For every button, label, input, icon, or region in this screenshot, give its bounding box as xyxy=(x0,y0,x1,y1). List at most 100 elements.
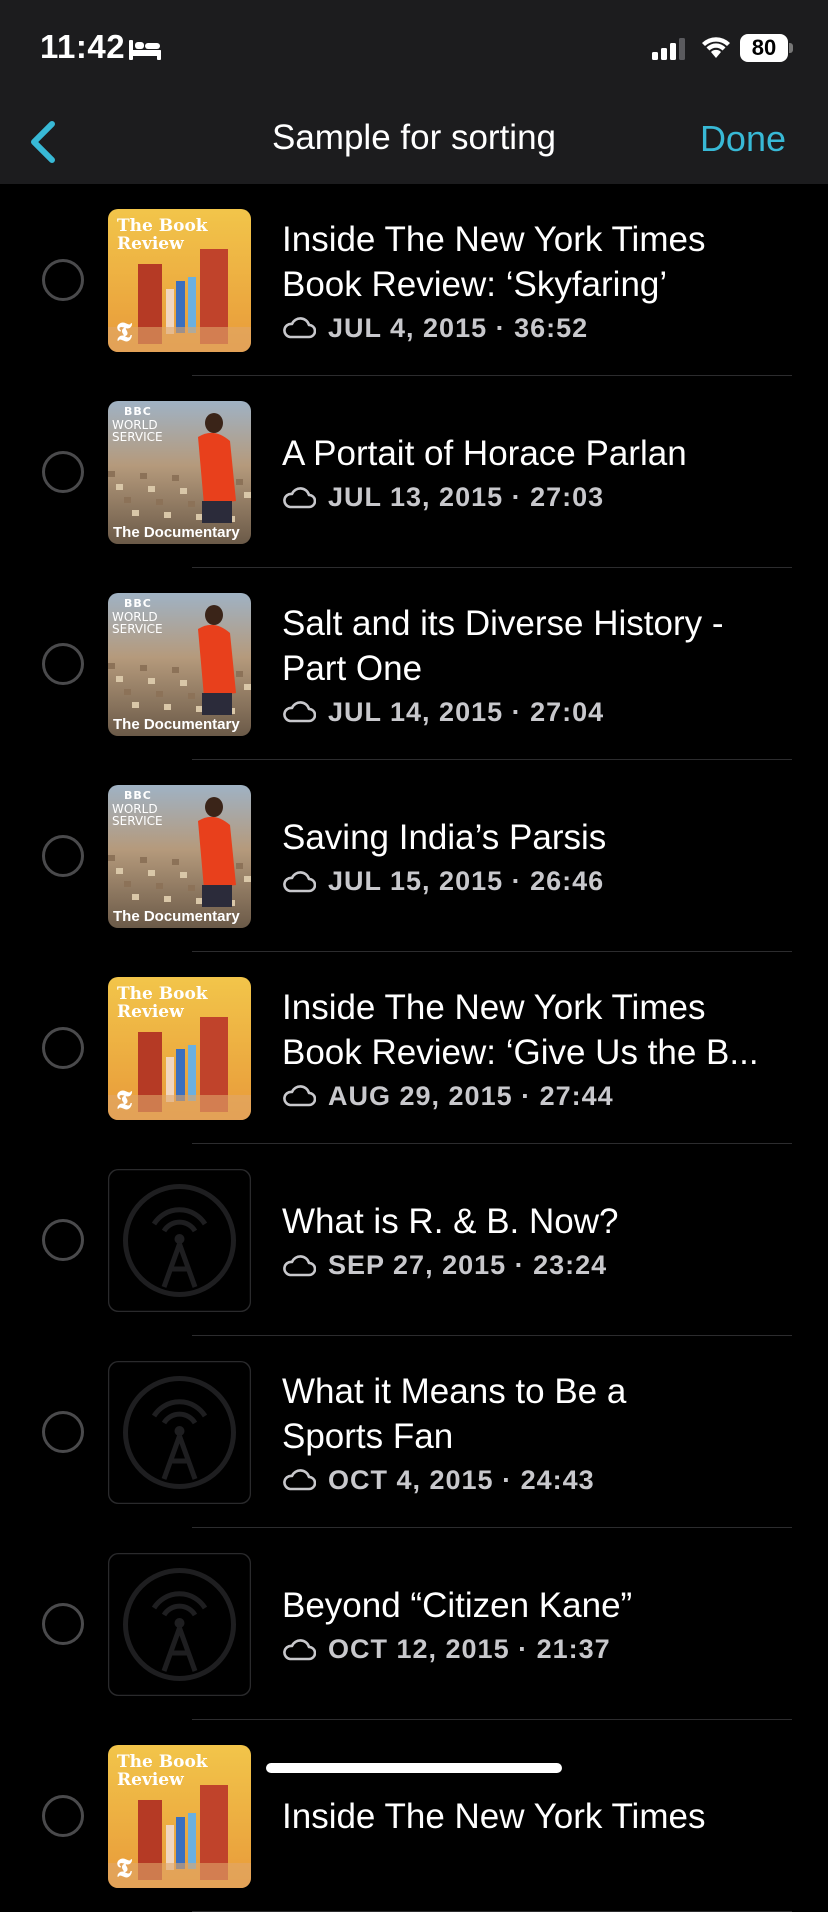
episode-date: OCT 12, 2015 xyxy=(328,1634,510,1664)
cloud-icon xyxy=(283,1254,316,1276)
episode-date: AUG 29, 2015 xyxy=(328,1080,513,1111)
meta-separator-dot: · xyxy=(503,482,531,512)
book-review-artwork: The BookReview 𝕿 xyxy=(108,209,251,352)
cellular-signal-icon xyxy=(652,38,685,60)
episode-title: A Portait of Horace Parlan xyxy=(282,434,687,473)
nyt-logo: 𝕿 xyxy=(116,1854,133,1884)
artwork-building xyxy=(116,676,123,682)
artwork-service-line2: SERVICE xyxy=(112,814,163,828)
done-button[interactable]: Done xyxy=(700,118,786,160)
artwork-building xyxy=(244,492,251,498)
episode-artwork: BBC WORLD SERVICE The Documentary xyxy=(108,401,251,544)
cloud-icon xyxy=(283,870,316,892)
artwork-building xyxy=(132,702,139,708)
episode-duration: 21:37 xyxy=(536,1634,611,1664)
select-checkbox[interactable] xyxy=(42,1027,84,1069)
episode-title: Inside The New York Times Book Review: ‘… xyxy=(282,219,706,304)
cloud-icon xyxy=(283,701,316,723)
artwork-building xyxy=(140,857,147,863)
artwork-building xyxy=(236,479,243,485)
artwork-building xyxy=(156,883,163,889)
meta-separator-dot: · xyxy=(503,696,531,727)
bbc-logo: BBC xyxy=(124,597,152,610)
episode-meta: SEP 27, 2015 · 23:24 xyxy=(282,1250,798,1281)
bbc-documentary-artwork: BBCWORLDSERVICEThe Documentary xyxy=(108,593,251,736)
artwork-building xyxy=(172,475,179,481)
episode-title: Inside The New York Times xyxy=(282,1796,706,1836)
artwork-building xyxy=(244,684,251,690)
episode-text: Inside The New York Times xyxy=(282,1720,798,1912)
select-checkbox[interactable] xyxy=(42,451,84,493)
artwork-title-text: The Book xyxy=(117,984,209,1004)
episode-row[interactable]: The Book Review 𝕿 Inside The New York Time… xyxy=(0,184,828,376)
artwork-building xyxy=(196,706,203,712)
battery-level: 80 xyxy=(740,34,788,62)
artwork-service-line2: SERVICE xyxy=(112,622,163,636)
artwork-service-line2: SERVICE xyxy=(112,430,163,444)
episode-meta: OCT 4, 2015 · 24:43 xyxy=(282,1465,798,1496)
cloud-icon xyxy=(283,1085,316,1107)
artwork-building xyxy=(236,863,243,869)
select-checkbox[interactable] xyxy=(42,1411,84,1453)
episode-meta: AUG 29, 2015 · 27:44 xyxy=(282,1081,798,1112)
select-checkbox[interactable] xyxy=(42,1603,84,1645)
select-checkbox[interactable] xyxy=(42,1219,84,1261)
artwork-building xyxy=(172,859,179,865)
artwork-person-legs xyxy=(202,885,232,907)
artwork-building xyxy=(140,473,147,479)
episode-text: Inside The New York Times Book Review: ‘… xyxy=(282,184,798,376)
episode-title: What it Means to Be a Sports Fan xyxy=(282,1371,627,1456)
select-checkbox[interactable] xyxy=(42,259,84,301)
select-checkbox[interactable] xyxy=(42,1795,84,1837)
meta-separator-dot: · xyxy=(509,1634,537,1664)
episode-text: Salt and its Diverse History - Part One … xyxy=(282,568,798,760)
artwork-building xyxy=(180,488,187,494)
artwork-building xyxy=(156,499,163,505)
meta-separator-dot: · xyxy=(493,1464,521,1495)
cloud-icon xyxy=(283,486,316,508)
artwork-building xyxy=(164,512,171,518)
episode-row[interactable]: The Book Review 𝕿 Inside The New York Time… xyxy=(0,952,828,1144)
select-checkbox[interactable] xyxy=(42,835,84,877)
episode-title: What is R. & B. Now? xyxy=(282,1202,619,1241)
episode-artwork: The Book Review 𝕿 xyxy=(108,209,251,352)
artwork-building xyxy=(180,872,187,878)
meta-separator-dot: · xyxy=(487,312,515,343)
cloud-icon xyxy=(283,1638,316,1660)
home-indicator[interactable] xyxy=(266,1763,562,1773)
podcast-icon-dot xyxy=(174,1618,185,1628)
artwork-building xyxy=(196,514,203,520)
select-checkbox[interactable] xyxy=(42,643,84,685)
episode-row[interactable]: What is R. & B. Now? SEP 27, 2015 · 23:2… xyxy=(0,1144,828,1336)
artwork-title-text: The Book xyxy=(117,1752,209,1772)
artwork-building xyxy=(108,471,115,477)
meta-separator-dot: · xyxy=(506,1250,534,1280)
status-bar: 11:42 80 xyxy=(0,0,828,100)
episode-row[interactable]: What it Means to Be a Sports Fan OCT 4, … xyxy=(0,1336,828,1528)
artwork-bar xyxy=(188,1813,196,1869)
episode-meta: JUL 13, 2015 · 27:03 xyxy=(282,482,798,513)
artwork-caption: The Documentary xyxy=(113,524,240,541)
episode-row[interactable]: BBC WORLD SERVICE The Documentary Saving In… xyxy=(0,760,828,952)
bbc-documentary-artwork: BBCWORLDSERVICEThe Documentary xyxy=(108,401,251,544)
episode-row[interactable]: The Book Review 𝕿 Inside The New York Time… xyxy=(0,1720,828,1912)
episode-text: A Portait of Horace Parlan JUL 13, 2015 … xyxy=(282,376,798,568)
artwork-title-text: Review xyxy=(117,234,184,254)
episode-row[interactable]: BBC WORLD SERVICE The Documentary Salt and … xyxy=(0,568,828,760)
episode-row[interactable]: BBC WORLD SERVICE The Documentary A Portait… xyxy=(0,376,828,568)
artwork-building xyxy=(108,855,115,861)
episode-row[interactable]: Beyond “Citizen Kane” OCT 12, 2015 · 21:… xyxy=(0,1528,828,1720)
artwork-title-text: Review xyxy=(117,1770,184,1790)
artwork-building xyxy=(196,898,203,904)
podcast-icon-dot xyxy=(174,1426,185,1436)
meta-separator-dot: · xyxy=(503,866,531,896)
episode-duration: 27:04 xyxy=(530,696,605,727)
episode-date: JUL 14, 2015 xyxy=(328,696,504,727)
episode-duration: 27:44 xyxy=(539,1080,614,1111)
bbc-logo: BBC xyxy=(124,789,152,802)
episode-date: JUL 13, 2015 xyxy=(328,482,504,512)
episode-duration: 36:52 xyxy=(514,312,589,343)
episode-artwork xyxy=(108,1169,251,1312)
artwork-building xyxy=(164,896,171,902)
artwork-person-head xyxy=(205,797,223,817)
